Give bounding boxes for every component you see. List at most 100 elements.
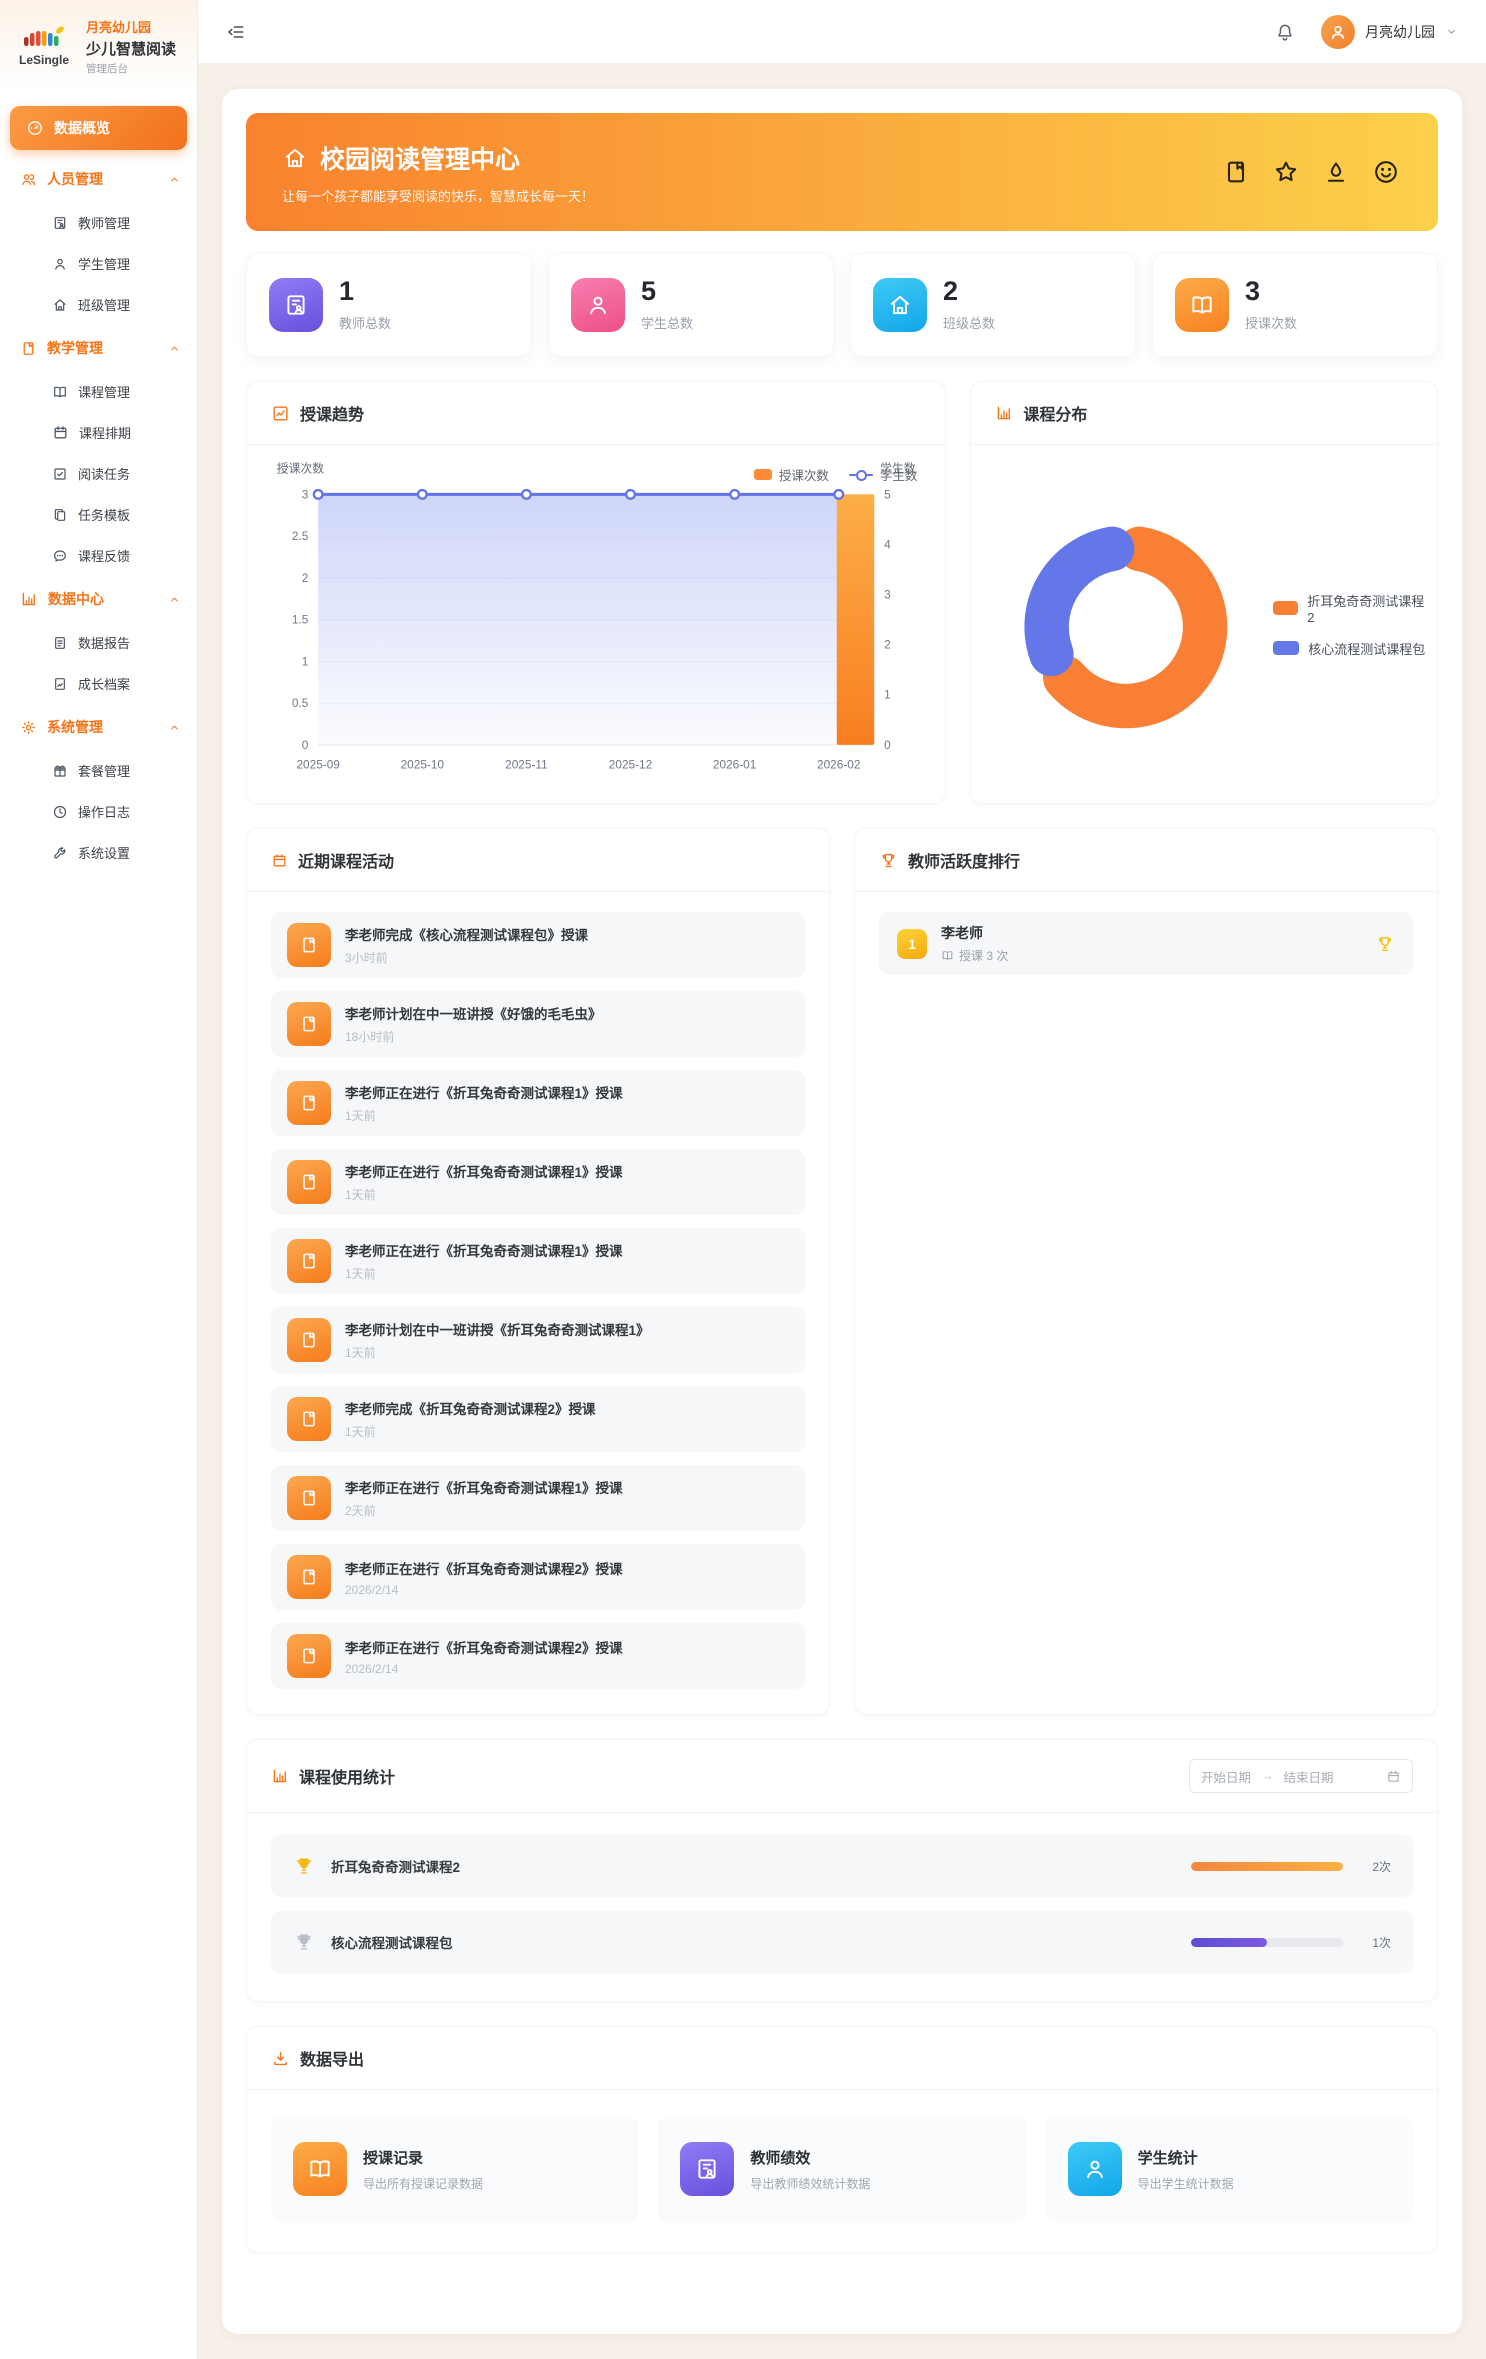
sidebar-section-数据中心[interactable]: 数据中心 bbox=[0, 576, 197, 622]
notebook-icon bbox=[287, 1634, 331, 1678]
home-icon bbox=[282, 145, 308, 171]
activity-item[interactable]: 李老师正在进行《折耳兔奇奇测试课程2》授课2026/2/14 bbox=[271, 1544, 805, 1610]
chart-icon bbox=[20, 590, 38, 608]
trend-legend: 授课次数 学生数 bbox=[754, 465, 918, 484]
activity-item[interactable]: 李老师计划在中一班讲授《折耳兔奇奇测试课程1》1天前 bbox=[271, 1307, 805, 1373]
activity-time: 1天前 bbox=[345, 1344, 650, 1361]
collapse-sidebar-icon[interactable] bbox=[226, 22, 246, 42]
sidebar-item-label: 课程反馈 bbox=[78, 546, 130, 565]
svg-text:3: 3 bbox=[884, 588, 891, 602]
teacher-meta-text: 授课 3 次 bbox=[959, 947, 1008, 964]
activity-time: 2026/2/14 bbox=[345, 1662, 623, 1676]
sidebar-item-label: 套餐管理 bbox=[78, 761, 130, 780]
svg-text:2: 2 bbox=[884, 638, 891, 652]
donut-legend-item-核心流程测试课程包[interactable]: 核心流程测试课程包 bbox=[1273, 639, 1427, 658]
brand-subtitle: 管理后台 bbox=[86, 61, 176, 76]
svg-text:1: 1 bbox=[302, 654, 309, 668]
stat-card-教师总数[interactable]: 1教师总数 bbox=[246, 253, 532, 357]
stat-value: 2 bbox=[943, 278, 995, 305]
stat-card-班级总数[interactable]: 2 班级总数 bbox=[850, 253, 1136, 357]
sidebar-item-课程排期[interactable]: 课程排期 bbox=[0, 412, 197, 453]
notebook-icon bbox=[20, 340, 37, 357]
date-start-placeholder[interactable]: 开始日期 bbox=[1201, 1767, 1251, 1786]
sidebar-item-阅读任务[interactable]: 阅读任务 bbox=[0, 453, 197, 494]
sidebar-item-学生管理[interactable]: 学生管理 bbox=[0, 243, 197, 284]
person-icon bbox=[571, 278, 625, 332]
stat-label: 授课次数 bbox=[1245, 313, 1297, 332]
trophy-icon bbox=[879, 851, 898, 870]
legend-item-学生数[interactable]: 学生数 bbox=[849, 465, 918, 484]
stat-label: 班级总数 bbox=[943, 313, 995, 332]
activity-text: 李老师正在进行《折耳兔奇奇测试课程1》授课 bbox=[345, 1477, 623, 1497]
legend-item-授课次数[interactable]: 授课次数 bbox=[754, 465, 829, 484]
trend-chart[interactable]: 授课次数学生数 00.511.522.53012345授课次数学生数2025-0… bbox=[247, 445, 945, 795]
activity-text: 李老师正在进行《折耳兔奇奇测试课程1》授课 bbox=[345, 1161, 623, 1181]
usage-row[interactable]: 折耳兔奇奇测试课程22次 bbox=[271, 1835, 1413, 1897]
sidebar-item-任务模板[interactable]: 任务模板 bbox=[0, 494, 197, 535]
export-card-教师绩效[interactable]: 教师绩效导出教师绩效统计数据 bbox=[658, 2116, 1025, 2222]
user-menu[interactable]: 月亮幼儿园 bbox=[1321, 15, 1458, 49]
activity-item[interactable]: 李老师正在进行《折耳兔奇奇测试课程1》授课1天前 bbox=[271, 1070, 805, 1136]
donut-chart[interactable]: 折耳兔奇奇测试课程2 核心流程测试课程包 bbox=[971, 445, 1437, 803]
sidebar-item-课程反馈[interactable]: 课程反馈 bbox=[0, 535, 197, 576]
donut-legend-item-折耳兔奇奇测试课程2[interactable]: 折耳兔奇奇测试课程2 bbox=[1273, 591, 1427, 625]
usage-count: 1次 bbox=[1359, 1934, 1391, 1951]
idcard-icon bbox=[269, 278, 323, 332]
activity-item[interactable]: 李老师完成《核心流程测试课程包》授课3小时前 bbox=[271, 912, 805, 978]
sidebar-section-label: 系统管理 bbox=[47, 717, 103, 737]
stat-card-授课次数[interactable]: 3授课次数 bbox=[1152, 253, 1438, 357]
calendar-icon bbox=[52, 424, 69, 441]
sidebar-section-label: 人员管理 bbox=[47, 169, 103, 189]
activity-text: 李老师完成《核心流程测试课程包》授课 bbox=[345, 924, 588, 944]
usage-rows: 折耳兔奇奇测试课程22次核心流程测试课程包 1次 bbox=[247, 1813, 1437, 2001]
sidebar-section-人员管理[interactable]: 人员管理 bbox=[0, 156, 197, 202]
sidebar-item-数据报告[interactable]: 数据报告 bbox=[0, 622, 197, 663]
activity-item[interactable]: 李老师正在进行《折耳兔奇奇测试课程1》授课2天前 bbox=[271, 1465, 805, 1531]
export-card-学生统计[interactable]: 学生统计导出学生统计数据 bbox=[1046, 2116, 1413, 2222]
usage-row[interactable]: 核心流程测试课程包 1次 bbox=[271, 1911, 1413, 1973]
sidebar-item-label: 系统设置 bbox=[78, 843, 130, 862]
sidebar-item-教师管理[interactable]: 教师管理 bbox=[0, 202, 197, 243]
export-title: 数据导出 bbox=[300, 2046, 364, 2070]
activity-time: 1天前 bbox=[345, 1265, 623, 1282]
svg-text:2: 2 bbox=[302, 571, 309, 585]
sidebar-section-教学管理[interactable]: 教学管理 bbox=[0, 325, 197, 371]
usage-bar-track bbox=[1191, 1938, 1343, 1947]
sidebar-item-系统设置[interactable]: 系统设置 bbox=[0, 832, 197, 873]
sidebar-item-班级管理[interactable]: 班级管理 bbox=[0, 284, 197, 325]
activity-item[interactable]: 李老师正在进行《折耳兔奇奇测试课程1》授课1天前 bbox=[271, 1149, 805, 1215]
course-name: 核心流程测试课程包 bbox=[331, 1932, 1175, 1952]
date-end-placeholder[interactable]: 结束日期 bbox=[1284, 1767, 1334, 1786]
svg-text:2.5: 2.5 bbox=[292, 529, 309, 543]
sidebar-item-操作日志[interactable]: 操作日志 bbox=[0, 791, 197, 832]
activity-time: 1天前 bbox=[345, 1423, 596, 1440]
svg-text:0.5: 0.5 bbox=[292, 696, 309, 710]
notification-bell-icon[interactable] bbox=[1275, 22, 1295, 42]
export-card-授课记录[interactable]: 授课记录导出所有授课记录数据 bbox=[271, 2116, 638, 2222]
chevron-up-icon bbox=[168, 342, 181, 355]
sidebar-section-系统管理[interactable]: 系统管理 bbox=[0, 704, 197, 750]
ranking-item[interactable]: 1李老师授课 3 次 bbox=[879, 912, 1413, 975]
notebook-icon bbox=[287, 1002, 331, 1046]
activity-item[interactable]: 李老师正在进行《折耳兔奇奇测试课程1》授课1天前 bbox=[271, 1228, 805, 1294]
sidebar-item-课程管理[interactable]: 课程管理 bbox=[0, 371, 197, 412]
sidebar-item-成长档案[interactable]: 成长档案 bbox=[0, 663, 197, 704]
stat-label: 教师总数 bbox=[339, 313, 391, 332]
sidebar-item-label: 教师管理 bbox=[78, 213, 130, 232]
sidebar-item-dashboard-active[interactable]: 数据概览 bbox=[10, 106, 187, 150]
notebook-icon bbox=[287, 1318, 331, 1362]
person-icon bbox=[52, 256, 68, 272]
line-swatch bbox=[849, 469, 873, 481]
copy-icon bbox=[52, 507, 68, 523]
calendar-icon bbox=[271, 852, 288, 869]
activity-item[interactable]: 李老师正在进行《折耳兔奇奇测试课程2》授课2026/2/14 bbox=[271, 1623, 805, 1689]
chat-icon bbox=[52, 548, 68, 564]
activity-panel: 近期课程活动 李老师完成《核心流程测试课程包》授课3小时前李老师计划在中一班讲授… bbox=[246, 828, 830, 1715]
sidebar-item-套餐管理[interactable]: 套餐管理 bbox=[0, 750, 197, 791]
activity-item[interactable]: 李老师计划在中一班讲授《好饿的毛毛虫》18小时前 bbox=[271, 991, 805, 1057]
svg-text:2025-11: 2025-11 bbox=[505, 757, 548, 771]
activity-item[interactable]: 李老师完成《折耳兔奇奇测试课程2》授课1天前 bbox=[271, 1386, 805, 1452]
date-range-picker[interactable]: 开始日期 → 结束日期 bbox=[1189, 1759, 1413, 1793]
bar-chart-icon bbox=[271, 1767, 289, 1785]
stat-card-学生总数[interactable]: 5学生总数 bbox=[548, 253, 834, 357]
